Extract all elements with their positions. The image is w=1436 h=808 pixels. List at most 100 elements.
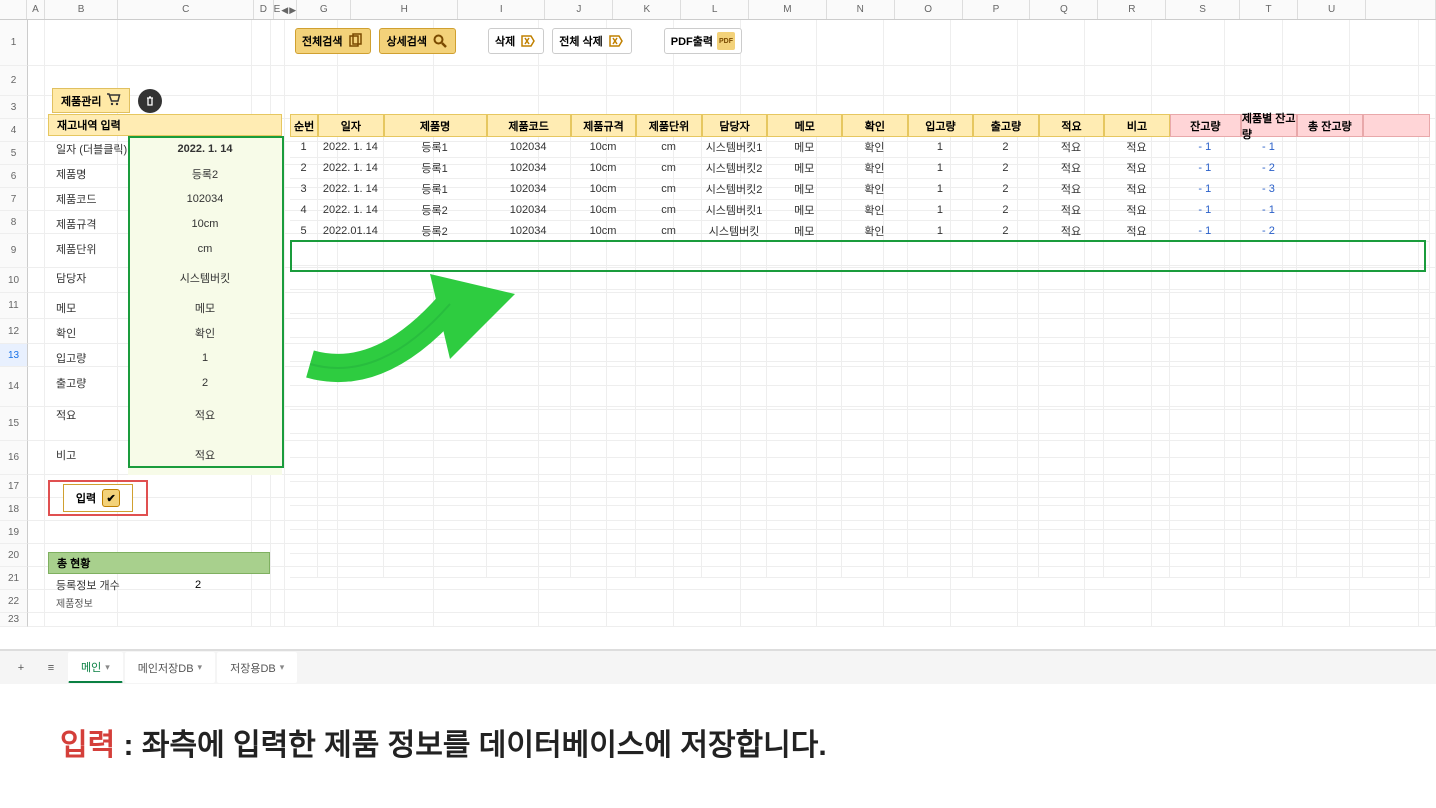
table-cell[interactable] [973, 362, 1039, 386]
table-cell[interactable] [1170, 266, 1241, 290]
table-cell[interactable] [1363, 266, 1430, 290]
table-cell[interactable] [487, 482, 571, 506]
table-header[interactable]: 확인 [842, 114, 908, 137]
table-cell[interactable] [767, 410, 842, 434]
table-cell[interactable] [1170, 458, 1241, 482]
table-cell[interactable] [290, 482, 318, 506]
table-cell[interactable] [1297, 137, 1363, 158]
table-cell[interactable] [842, 458, 908, 482]
table-cell[interactable] [1170, 410, 1241, 434]
row-header-9[interactable]: 9 [0, 234, 28, 268]
table-cell[interactable] [973, 386, 1039, 410]
row-header-15[interactable]: 15 [0, 407, 28, 441]
input-button[interactable]: 입력 ✔ [63, 484, 133, 512]
table-cell[interactable] [571, 242, 637, 266]
cell[interactable] [252, 498, 271, 521]
table-cell[interactable] [636, 338, 702, 362]
cell[interactable] [951, 20, 1018, 66]
table-cell[interactable] [908, 458, 974, 482]
table-cell[interactable] [636, 554, 702, 578]
table-cell[interactable] [487, 290, 571, 314]
table-cell[interactable] [384, 290, 487, 314]
cell[interactable] [28, 234, 45, 268]
col-J[interactable]: J [545, 0, 613, 19]
cell[interactable] [271, 613, 284, 627]
table-cell[interactable]: 확인 [842, 137, 908, 158]
table-cell[interactable] [1170, 530, 1241, 554]
table-cell[interactable] [571, 314, 637, 338]
table-cell[interactable] [1363, 434, 1430, 458]
panel-field-value[interactable]: 등록2 [128, 161, 282, 186]
table-cell[interactable]: 등록2 [384, 200, 487, 221]
table-cell[interactable] [1104, 290, 1170, 314]
table-cell[interactable] [487, 458, 571, 482]
row-header-7[interactable]: 7 [0, 188, 28, 211]
table-cell[interactable] [842, 266, 908, 290]
table-cell[interactable] [1297, 290, 1363, 314]
cell[interactable] [539, 613, 606, 627]
table-cell[interactable] [1039, 434, 1105, 458]
table-cell[interactable]: 1 [908, 179, 974, 200]
table-cell[interactable]: 메모 [767, 200, 842, 221]
search-all-button[interactable]: 전체검색 [295, 28, 371, 54]
table-cell[interactable] [767, 314, 842, 338]
col-R[interactable]: R [1098, 0, 1166, 19]
cell[interactable] [434, 66, 539, 96]
panel-field-value[interactable]: 102034 [128, 186, 282, 211]
table-cell[interactable] [487, 530, 571, 554]
cell[interactable] [1350, 66, 1419, 96]
table-cell[interactable] [1039, 266, 1105, 290]
table-cell[interactable] [1170, 482, 1241, 506]
table-cell[interactable] [636, 386, 702, 410]
cell[interactable] [1018, 613, 1085, 627]
table-cell[interactable] [1297, 266, 1363, 290]
cell[interactable] [271, 567, 284, 590]
table-cell[interactable] [1241, 506, 1297, 530]
table-cell[interactable] [1170, 338, 1241, 362]
row-header-6[interactable]: 6 [0, 165, 28, 188]
cell[interactable] [45, 521, 118, 544]
table-cell[interactable] [1297, 242, 1363, 266]
table-cell[interactable]: 10cm [571, 158, 637, 179]
table-cell[interactable]: 적요 [1104, 158, 1170, 179]
table-cell[interactable] [702, 410, 768, 434]
table-cell[interactable] [1297, 506, 1363, 530]
table-cell[interactable] [1241, 458, 1297, 482]
cell[interactable] [271, 521, 284, 544]
table-cell[interactable] [487, 338, 571, 362]
table-cell[interactable]: 적요 [1104, 179, 1170, 200]
table-header[interactable]: 일자 [318, 114, 384, 137]
table-cell[interactable] [1363, 179, 1430, 200]
table-cell[interactable]: 2022. 1. 14 [318, 137, 384, 158]
row-header-14[interactable]: 14 [0, 367, 28, 407]
table-cell[interactable]: - 3 [1241, 179, 1297, 200]
cell[interactable] [607, 66, 674, 96]
table-cell[interactable] [487, 386, 571, 410]
table-cell[interactable] [571, 554, 637, 578]
table-cell[interactable]: 적요 [1039, 137, 1105, 158]
table-cell[interactable] [702, 242, 768, 266]
table-cell[interactable] [1104, 338, 1170, 362]
cell[interactable] [539, 66, 606, 96]
table-cell[interactable]: cm [636, 221, 702, 242]
table-cell[interactable] [487, 554, 571, 578]
table-cell[interactable] [1241, 386, 1297, 410]
panel-field-value[interactable]: 적요 [128, 395, 282, 435]
table-cell[interactable]: 2022. 1. 14 [318, 179, 384, 200]
table-cell[interactable]: 2 [973, 221, 1039, 242]
cell[interactable] [951, 66, 1018, 96]
table-cell[interactable]: 적요 [1039, 200, 1105, 221]
table-cell[interactable] [318, 386, 384, 410]
table-cell[interactable] [842, 386, 908, 410]
table-cell[interactable] [1104, 482, 1170, 506]
row-header-18[interactable]: 18 [0, 498, 28, 521]
table-cell[interactable] [1241, 338, 1297, 362]
table-cell[interactable]: 102034 [487, 158, 571, 179]
table-cell[interactable] [842, 554, 908, 578]
table-cell[interactable]: 적요 [1104, 137, 1170, 158]
cell[interactable] [1018, 590, 1085, 613]
table-cell[interactable] [1297, 221, 1363, 242]
table-cell[interactable] [571, 290, 637, 314]
table-cell[interactable] [384, 338, 487, 362]
cell[interactable] [271, 20, 284, 66]
